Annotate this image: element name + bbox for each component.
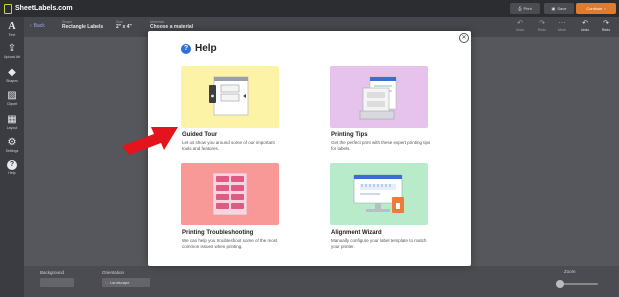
layout-icon: ▦	[7, 114, 17, 125]
zoom-slider[interactable]	[556, 280, 598, 288]
printing-troubleshooting-description: We can help you troubleshoot some of the…	[182, 238, 278, 249]
shape-selector[interactable]: Shape Rectangle Labels	[62, 20, 103, 30]
orientation-select[interactable]: ▭ Landscape	[102, 278, 150, 287]
printing-troubleshooting-illustration	[212, 172, 248, 216]
toolbar-tool[interactable]: ↶ Undo	[512, 20, 528, 32]
zoom-label: Zoom	[564, 269, 576, 274]
orientation-control: Orientation ▭ Landscape	[102, 270, 150, 287]
sidebar: A Text ⇪ Upload Art ◆ Shapes ▨ Clipart ▦…	[0, 17, 24, 297]
help-icon: ?	[7, 160, 17, 170]
undo-button[interactable]: ↶ Undo	[577, 20, 593, 32]
sidebar-item-text[interactable]: A Text	[0, 21, 24, 37]
printing-tips-title[interactable]: Printing Tips	[331, 132, 368, 138]
background-label: Background	[40, 270, 65, 275]
save-button[interactable]: ▣ Save	[544, 3, 574, 14]
modal-title: Help	[195, 43, 217, 54]
sidebar-item-help[interactable]: ? Help	[0, 160, 24, 175]
logo-mark-icon	[4, 3, 12, 14]
help-icon: ?	[181, 43, 191, 54]
redo-icon: ↷	[603, 20, 609, 27]
printing-troubleshooting-title[interactable]: Printing Troubleshooting	[182, 230, 253, 236]
printing-tips-description: Get the perfect print with these expert …	[331, 140, 431, 151]
undo-icon: ↶	[517, 20, 523, 27]
alignment-wizard-illustration	[353, 174, 404, 213]
modal-header: ? Help	[181, 43, 217, 54]
redo-icon: ↷	[539, 20, 545, 27]
sidebar-item-shapes[interactable]: ◆ Shapes	[0, 67, 24, 83]
material-selector[interactable]: Materials Choose a material	[150, 20, 193, 30]
printing-tips-card[interactable]	[330, 66, 428, 128]
logo[interactable]: SheetLabels.com	[4, 3, 73, 14]
background-control: Background	[40, 270, 74, 287]
guided-tour-title[interactable]: Guided Tour	[182, 132, 217, 138]
help-modal: ? Help ✕ Guided Tour Let us show you aro…	[148, 31, 471, 266]
printing-tips-illustration	[359, 76, 397, 120]
guided-tour-illustration	[209, 76, 249, 116]
toolbar-tool-label: More	[558, 28, 566, 32]
continue-button[interactable]: Continue ›	[576, 3, 616, 14]
shape-selector-value: Rectangle Labels	[62, 24, 104, 30]
alignment-wizard-title[interactable]: Alignment Wizard	[331, 230, 382, 236]
toolbar-tool[interactable]: ↷ Redo	[534, 20, 550, 32]
close-icon: ✕	[461, 35, 467, 41]
save-icon: ▣	[551, 6, 556, 11]
chevron-left-icon: ‹	[30, 23, 32, 29]
back-button[interactable]: ‹ Back	[30, 23, 45, 29]
zoom-slider-handle[interactable]	[556, 280, 565, 288]
orientation-label: Orientation	[102, 270, 125, 275]
chevron-right-icon: ›	[604, 6, 606, 11]
sidebar-item-label: Settings	[5, 149, 19, 153]
gear-icon: ⚙	[7, 137, 17, 148]
sidebar-item-label: Upload Art	[3, 55, 21, 59]
undo-button-label: Undo	[580, 28, 590, 32]
more-icon: ⋯	[558, 20, 566, 27]
sidebar-item-label: Help	[8, 171, 16, 175]
top-bar: SheetLabels.com ⎙ Print ▣ Save Continue …	[0, 0, 619, 17]
sidebar-item-label: Clipart	[6, 102, 18, 106]
close-button[interactable]: ✕	[459, 33, 469, 43]
logo-text: SheetLabels.com	[15, 5, 73, 12]
size-selector-value: 2" x 4"	[116, 24, 132, 30]
print-button[interactable]: ⎙ Print	[510, 3, 540, 14]
sidebar-item-clipart[interactable]: ▨ Clipart	[0, 90, 24, 106]
zoom-control: Zoom	[564, 269, 576, 274]
sidebar-item-upload-art[interactable]: ⇪ Upload Art	[0, 43, 24, 59]
orientation-icon: ▭	[105, 280, 109, 285]
material-selector-value: Choose a material	[150, 24, 194, 30]
redo-button[interactable]: ↷ Redo	[598, 20, 614, 32]
redo-button-label: Redo	[601, 28, 611, 32]
red-arrow-icon	[122, 127, 178, 155]
printer-icon: ⎙	[518, 6, 522, 11]
toolbar-tool-label: Undo	[515, 28, 525, 32]
guided-tour-card[interactable]	[181, 66, 279, 128]
toolbar-tool[interactable]: ⋯ More	[554, 20, 570, 32]
shapes-icon: ◆	[8, 67, 16, 78]
toolbar-tool-label: Redo	[537, 28, 547, 32]
background-select[interactable]	[40, 278, 74, 287]
sidebar-item-label: Text	[8, 33, 16, 37]
upload-icon: ⇪	[7, 43, 17, 54]
print-button-label: Print	[523, 6, 532, 11]
sidebar-item-settings[interactable]: ⚙ Settings	[0, 137, 24, 153]
sidebar-item-layout[interactable]: ▦ Layout	[0, 114, 24, 130]
sidebar-item-label: Layout	[6, 126, 18, 130]
alignment-wizard-card[interactable]	[330, 163, 428, 225]
bottom-bar: Background Orientation ▭ Landscape Zoom	[24, 266, 619, 297]
alignment-wizard-description: Manually configure your label template t…	[331, 238, 427, 249]
continue-button-label: Continue	[586, 6, 603, 11]
orientation-select-value: Landscape	[109, 280, 130, 285]
undo-icon: ↶	[582, 20, 588, 27]
printing-troubleshooting-card[interactable]	[181, 163, 279, 225]
sidebar-item-label: Shapes	[6, 79, 18, 83]
text-icon: A	[8, 21, 16, 32]
back-button-label: Back	[33, 23, 45, 29]
guided-tour-description: Let us show you around some of our impor…	[182, 140, 275, 151]
size-selector[interactable]: Size 2" x 4"	[116, 20, 132, 30]
save-button-label: Save	[557, 6, 567, 11]
image-icon: ▨	[7, 90, 17, 101]
